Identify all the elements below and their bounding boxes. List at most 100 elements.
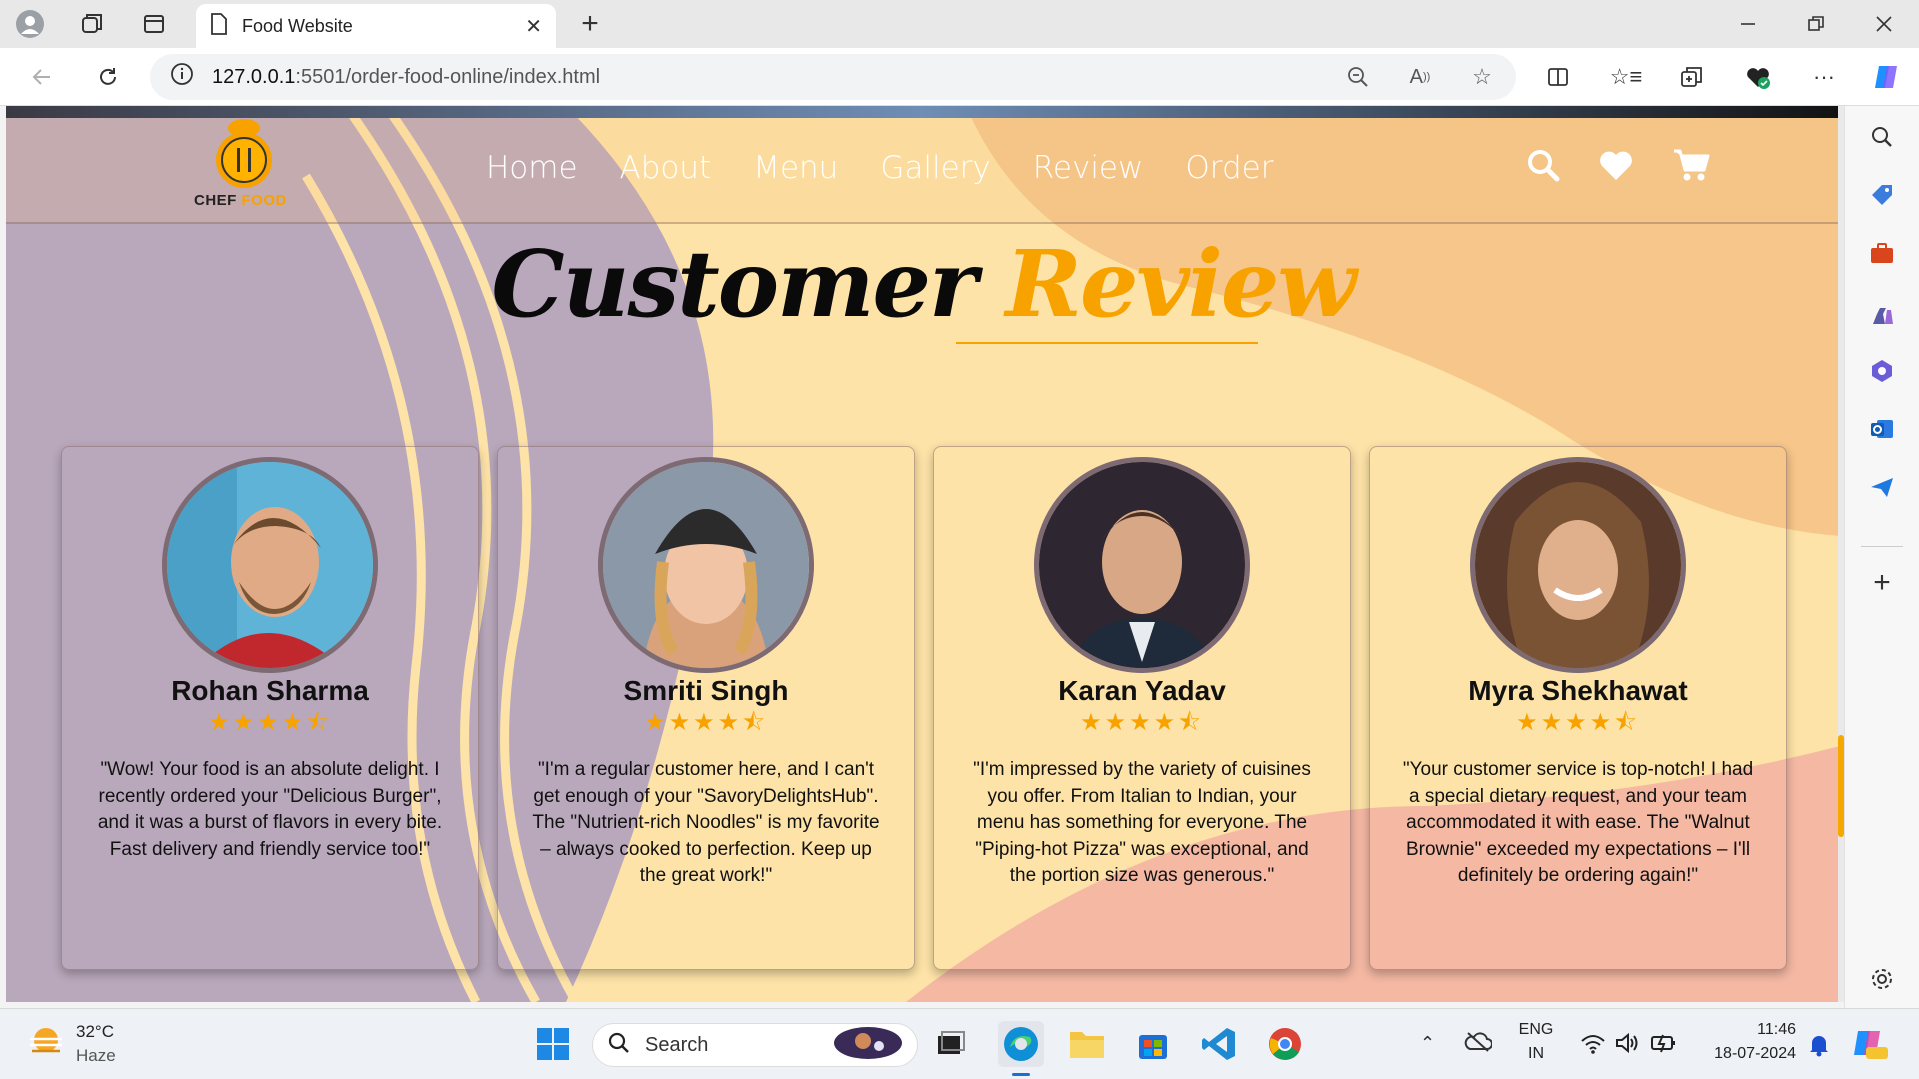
wifi-icon[interactable] (1580, 1033, 1606, 1060)
chrome-icon[interactable] (1262, 1021, 1308, 1067)
onedrive-icon[interactable] (1464, 1031, 1493, 1058)
settings-gear-icon[interactable] (1865, 962, 1899, 996)
more-options-icon[interactable]: ··· (1806, 59, 1842, 95)
nav-menu: Home About Menu Gallery Review Order (486, 150, 1273, 186)
review-card: Karan Yadav ★★★★⯪ "I'm impressed by the … (933, 446, 1351, 970)
battery-charging-icon[interactable] (1650, 1031, 1678, 1060)
review-text: "Wow! Your food is an absolute delight. … (97, 759, 443, 860)
close-tab-icon[interactable]: ✕ (525, 14, 542, 39)
games-icon[interactable] (1865, 296, 1899, 330)
minimize-icon[interactable] (1732, 8, 1764, 40)
reviewer-name: Karan Yadav (1058, 675, 1226, 706)
heart-icon[interactable] (1598, 148, 1634, 187)
reviewer-photo (1039, 462, 1245, 668)
browser-essentials-icon[interactable] (1740, 59, 1776, 95)
section-heading: Customer Review (6, 230, 1840, 338)
search-icon[interactable] (1865, 120, 1899, 154)
microsoft-store-icon[interactable] (1130, 1021, 1176, 1067)
vertical-tabs-icon[interactable] (138, 8, 170, 40)
url-path: :5501/order-food-online/index.html (295, 65, 601, 88)
star-rating: ★★★★⯪ (1080, 709, 1204, 736)
new-tab-icon[interactable]: + (574, 7, 606, 40)
reload-icon[interactable] (90, 59, 126, 95)
windows-taskbar: 32°C Haze Search ⌃ ENG IN 11:46 18-07-20… (0, 1008, 1919, 1079)
language-primary[interactable]: ENG (1518, 1021, 1554, 1039)
task-view-icon[interactable] (928, 1021, 974, 1067)
edge-sidebar: + (1844, 106, 1919, 1008)
nav-about[interactable]: About (620, 150, 712, 186)
nav-home[interactable]: Home (486, 150, 578, 186)
collections-icon[interactable] (1674, 59, 1710, 95)
page-top-strip (6, 106, 1840, 118)
shopping-tag-icon[interactable] (1865, 178, 1899, 212)
copilot-pre-icon[interactable] (1852, 1027, 1888, 1066)
review-card: Smriti Singh ★★★★⯪ "I'm a regular custom… (497, 446, 915, 970)
active-app-indicator (1012, 1073, 1030, 1076)
url-bar[interactable]: 127.0.0.1:5501/order-food-online/index.h… (150, 54, 1516, 100)
site-info-icon[interactable] (170, 62, 194, 92)
review-card: Rohan Sharma ★★★★⯪ "Wow! Your food is an… (61, 446, 479, 970)
profile-icon[interactable] (14, 8, 46, 40)
clock-time[interactable]: 11:46 (1700, 1021, 1796, 1039)
weather-haze-icon[interactable] (26, 1025, 66, 1064)
browser-tab[interactable]: Food Website ✕ (196, 4, 556, 48)
nav-gallery[interactable]: Gallery (880, 150, 990, 186)
weather-desc: Haze (76, 1046, 116, 1065)
read-aloud-icon[interactable]: A)) (1402, 59, 1438, 95)
reviewer-photo (167, 462, 373, 668)
zoom-icon[interactable] (1340, 59, 1376, 95)
avatar (1470, 457, 1686, 673)
search-label: Search (645, 1033, 709, 1056)
search-icon (607, 1031, 631, 1060)
url-host: 127.0.0.1 (212, 65, 296, 88)
reviewer-name: Rohan Sharma (171, 675, 369, 706)
windows-start-icon[interactable] (530, 1021, 576, 1067)
back-icon[interactable] (24, 59, 60, 95)
outlook-icon[interactable] (1865, 412, 1899, 446)
nav-icons (1526, 148, 1710, 187)
edge-app-icon[interactable] (998, 1021, 1044, 1067)
page-icon (210, 12, 228, 40)
review-text: "I'm a regular customer here, and I can'… (532, 759, 880, 886)
chevron-up-icon[interactable]: ⌃ (1420, 1033, 1435, 1054)
star-rating: ★★★★⯪ (1516, 709, 1640, 736)
reviewer-name: Smriti Singh (623, 675, 789, 706)
favorites-icon[interactable]: ☆≡ (1608, 59, 1644, 95)
search-icon[interactable] (1526, 148, 1560, 187)
nav-review[interactable]: Review (1033, 150, 1144, 186)
nav-order[interactable]: Order (1185, 150, 1273, 186)
microsoft365-icon[interactable] (1865, 354, 1899, 388)
chef-food-logo[interactable]: CHEF FOOD (188, 118, 298, 218)
web-page: CHEF FOOD Home About Menu Gallery Review… (6, 106, 1840, 1002)
nav-menu-link[interactable]: Menu (753, 150, 838, 186)
restore-icon[interactable] (1800, 8, 1832, 40)
notification-bell-icon[interactable] (1808, 1033, 1830, 1062)
logo-text-chef: CHEF (194, 192, 237, 209)
cart-icon[interactable] (1672, 148, 1710, 187)
tab-title: Food Website (242, 15, 353, 36)
star-rating: ★★★★⯪ (208, 709, 332, 736)
volume-icon[interactable] (1614, 1031, 1640, 1060)
split-screen-icon[interactable] (1540, 59, 1576, 95)
reviewer-name: Myra Shekhawat (1468, 675, 1688, 706)
close-window-icon[interactable] (1868, 8, 1900, 40)
site-navbar: CHEF FOOD Home About Menu Gallery Review… (6, 118, 1840, 224)
file-explorer-icon[interactable] (1064, 1021, 1110, 1067)
send-icon[interactable] (1865, 470, 1899, 504)
avatar (162, 457, 378, 673)
sidebar-divider (1861, 546, 1903, 547)
weather-temp: 32°C (76, 1022, 114, 1041)
favorite-star-icon[interactable]: ☆ (1464, 59, 1500, 95)
language-region[interactable]: IN (1518, 1045, 1554, 1063)
taskbar-search-box[interactable]: Search (592, 1023, 918, 1067)
star-rating: ★★★★⯪ (644, 709, 768, 736)
logo-text-food: FOOD (241, 192, 287, 209)
clock-date[interactable]: 18-07-2024 (1700, 1045, 1796, 1063)
copilot-icon[interactable] (1868, 59, 1904, 95)
workspaces-icon[interactable] (76, 8, 108, 40)
avatar (1034, 457, 1250, 673)
browser-tab-bar: Food Website ✕ + (0, 0, 1919, 48)
vscode-icon[interactable] (1196, 1021, 1242, 1067)
tools-icon[interactable] (1865, 236, 1899, 270)
add-icon[interactable]: + (1865, 566, 1899, 600)
